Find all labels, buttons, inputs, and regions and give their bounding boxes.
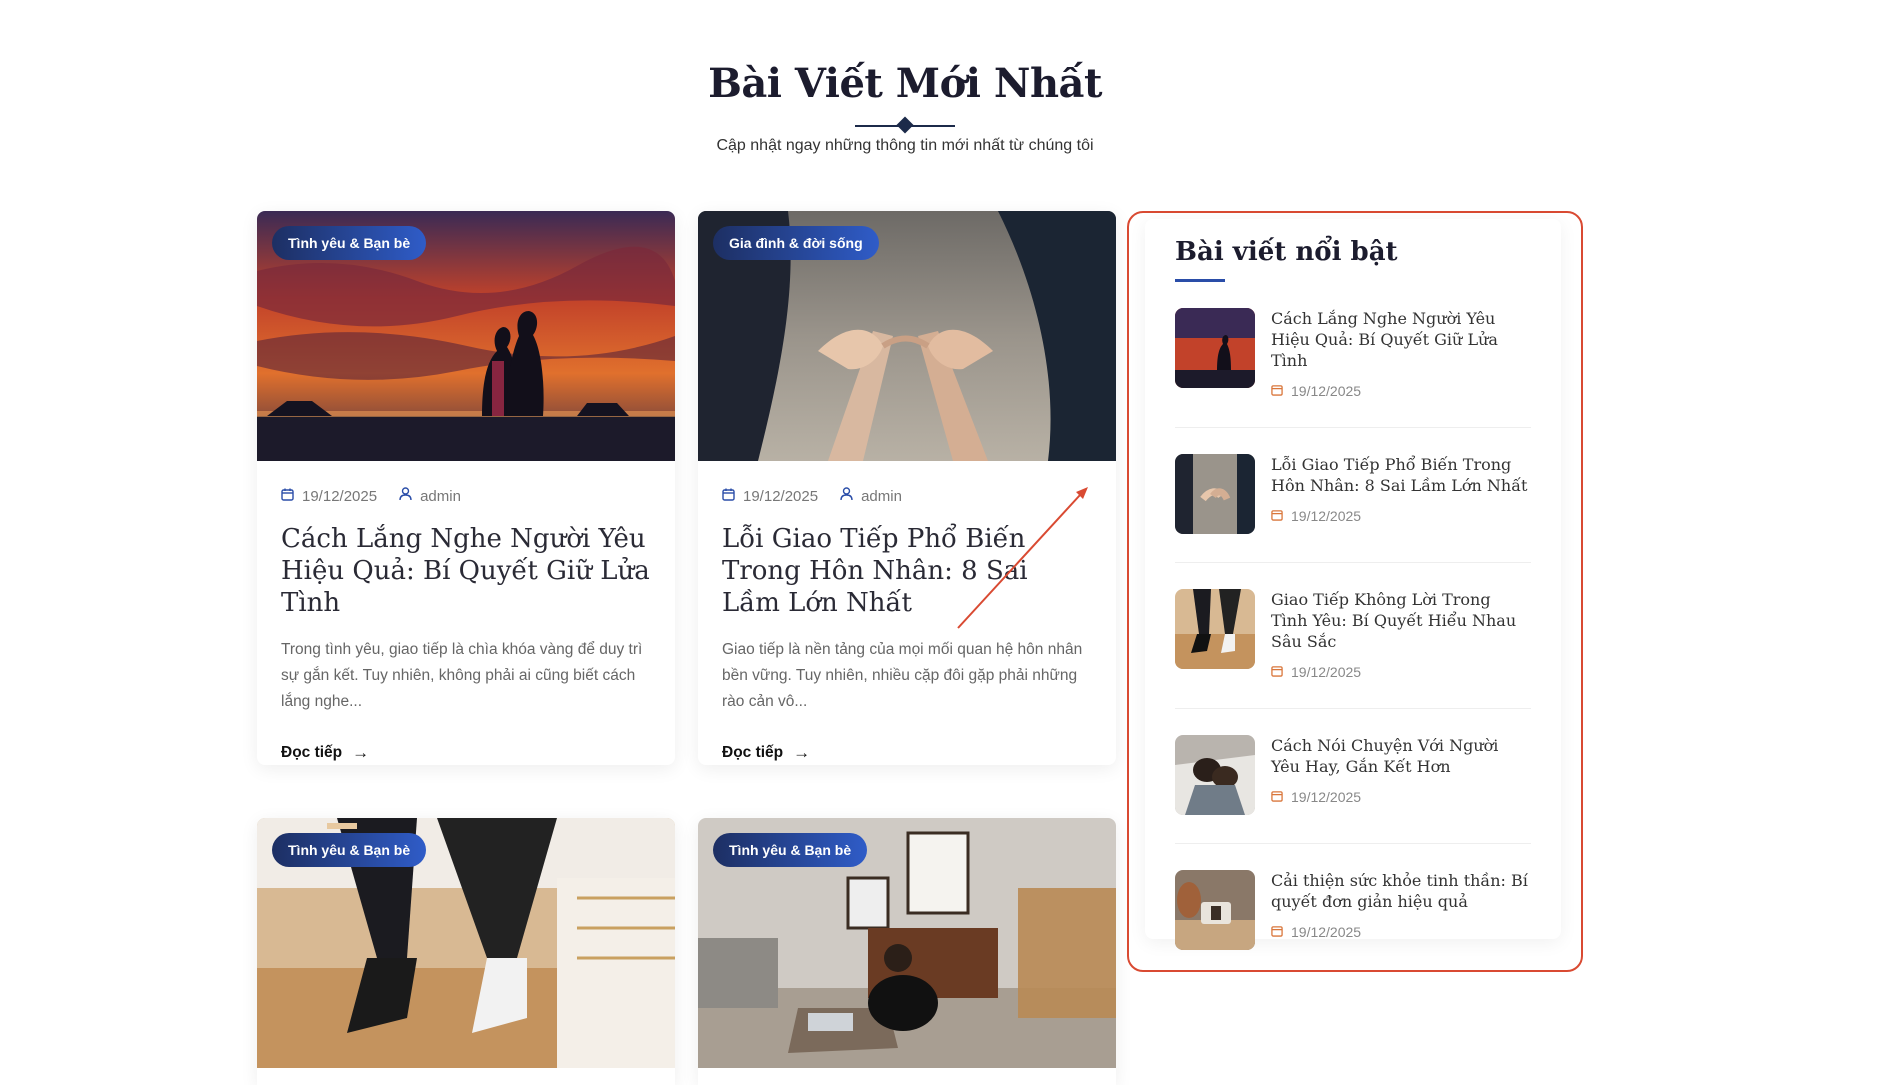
category-badge[interactable]: Tình yêu & Bạn bè bbox=[272, 226, 427, 260]
calendar-icon bbox=[1271, 508, 1283, 524]
post-card[interactable]: Tình yêu & Bạn bè 19/12/2025 admin Cách … bbox=[257, 211, 675, 765]
author-name[interactable]: admin bbox=[420, 488, 461, 505]
arrow-right-icon: → bbox=[352, 743, 370, 762]
post-excerpt: Trong tình yêu, giao tiếp là chìa khóa v… bbox=[281, 641, 643, 710]
read-more-label: Đọc tiếp bbox=[722, 744, 784, 761]
title-divider bbox=[855, 116, 955, 134]
calendar-icon bbox=[1271, 383, 1283, 399]
read-more-link[interactable]: Đọc tiếp → bbox=[722, 743, 810, 763]
post-thumbnail[interactable]: Tình yêu & Bạn bè bbox=[257, 818, 675, 1068]
calendar-icon bbox=[722, 488, 735, 505]
featured-posts-sidebar: Bài viết nổi bật Cách Lắng Nghe Người Yê… bbox=[1145, 219, 1561, 950]
category-badge[interactable]: Gia đình & đời sống bbox=[713, 226, 879, 260]
post-card[interactable]: Tình yêu & Bạn bè bbox=[698, 818, 1116, 1085]
featured-item[interactable]: Giao Tiếp Không Lời Trong Tình Yêu: Bí Q… bbox=[1175, 563, 1531, 709]
post-title[interactable]: Lỗi Giao Tiếp Phổ Biến Trong Hôn Nhân: 8… bbox=[722, 523, 1092, 619]
calendar-icon bbox=[1271, 789, 1283, 805]
featured-date: 19/12/2025 bbox=[1271, 924, 1531, 940]
featured-item[interactable]: Lỗi Giao Tiếp Phổ Biến Trong Hôn Nhân: 8… bbox=[1175, 428, 1531, 563]
featured-thumbnail[interactable] bbox=[1175, 870, 1255, 950]
arrow-right-icon: → bbox=[793, 743, 811, 762]
featured-thumbnail[interactable] bbox=[1175, 735, 1255, 815]
read-more-label: Đọc tiếp bbox=[281, 744, 343, 761]
divider-diamond-icon bbox=[896, 116, 914, 134]
section-subtitle: Cập nhật ngay những thông tin mới nhất t… bbox=[716, 137, 1094, 154]
section-title: Bài Viết Mới Nhất bbox=[708, 60, 1102, 107]
featured-date: 19/12/2025 bbox=[1271, 508, 1531, 524]
calendar-icon bbox=[1271, 924, 1283, 940]
featured-date: 19/12/2025 bbox=[1271, 789, 1531, 805]
post-card[interactable]: Gia đình & đời sống 19/12/2025 admin Lỗi… bbox=[698, 211, 1116, 765]
calendar-icon bbox=[1271, 664, 1283, 680]
post-author[interactable]: admin bbox=[840, 487, 902, 505]
featured-item[interactable]: Cách Lắng Nghe Người Yêu Hiệu Quả: Bí Qu… bbox=[1175, 282, 1531, 428]
category-badge[interactable]: Tình yêu & Bạn bè bbox=[713, 833, 868, 867]
featured-date-text: 19/12/2025 bbox=[1291, 383, 1362, 399]
featured-item[interactable]: Cách Nói Chuyện Với Người Yêu Hay, Gắn K… bbox=[1175, 709, 1531, 844]
featured-title[interactable]: Cách Lắng Nghe Người Yêu Hiệu Quả: Bí Qu… bbox=[1271, 308, 1531, 371]
featured-date-text: 19/12/2025 bbox=[1291, 924, 1362, 940]
post-author[interactable]: admin bbox=[399, 487, 461, 505]
post-excerpt: Giao tiếp là nền tảng của mọi mối quan h… bbox=[722, 641, 1083, 710]
featured-title[interactable]: Cải thiện sức khỏe tinh thần: Bí quyết đ… bbox=[1271, 870, 1531, 912]
post-thumbnail[interactable]: Tình yêu & Bạn bè bbox=[257, 211, 675, 461]
post-title[interactable]: Cách Lắng Nghe Người Yêu Hiệu Quả: Bí Qu… bbox=[281, 523, 651, 619]
featured-title[interactable]: Lỗi Giao Tiếp Phổ Biến Trong Hôn Nhân: 8… bbox=[1271, 454, 1531, 496]
user-icon bbox=[840, 487, 853, 505]
author-name[interactable]: admin bbox=[861, 488, 902, 505]
calendar-icon bbox=[281, 488, 294, 505]
category-badge[interactable]: Tình yêu & Bạn bè bbox=[272, 833, 427, 867]
featured-thumbnail[interactable] bbox=[1175, 454, 1255, 534]
post-thumbnail[interactable]: Gia đình & đời sống bbox=[698, 211, 1116, 461]
post-meta: 19/12/2025 admin bbox=[722, 487, 1092, 505]
section-header: Bài Viết Mới Nhất Cập nhật ngay những th… bbox=[0, 60, 1810, 155]
featured-date-text: 19/12/2025 bbox=[1291, 664, 1362, 680]
featured-date-text: 19/12/2025 bbox=[1291, 508, 1362, 524]
featured-title[interactable]: Giao Tiếp Không Lời Trong Tình Yêu: Bí Q… bbox=[1271, 589, 1531, 652]
sidebar-title: Bài viết nổi bật bbox=[1175, 237, 1398, 267]
read-more-link[interactable]: Đọc tiếp → bbox=[281, 743, 369, 763]
post-card[interactable]: Tình yêu & Bạn bè bbox=[257, 818, 675, 1085]
featured-date: 19/12/2025 bbox=[1271, 664, 1531, 680]
post-date: 19/12/2025 bbox=[743, 487, 819, 505]
featured-title[interactable]: Cách Nói Chuyện Với Người Yêu Hay, Gắn K… bbox=[1271, 735, 1531, 777]
featured-date-text: 19/12/2025 bbox=[1291, 789, 1362, 805]
post-thumbnail[interactable]: Tình yêu & Bạn bè bbox=[698, 818, 1116, 1068]
featured-date: 19/12/2025 bbox=[1271, 383, 1531, 399]
featured-thumbnail[interactable] bbox=[1175, 308, 1255, 388]
user-icon bbox=[399, 487, 412, 505]
post-meta: 19/12/2025 admin bbox=[281, 487, 651, 505]
post-date: 19/12/2025 bbox=[302, 487, 378, 505]
featured-thumbnail[interactable] bbox=[1175, 589, 1255, 669]
featured-item[interactable]: Cải thiện sức khỏe tinh thần: Bí quyết đ… bbox=[1175, 844, 1531, 978]
